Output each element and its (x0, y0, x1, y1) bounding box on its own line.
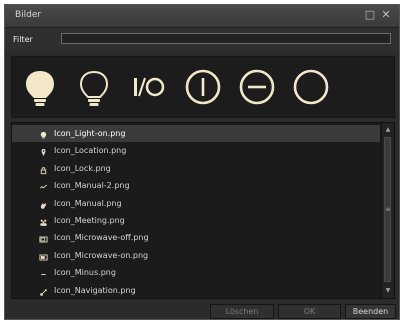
list-item-label: Icon_Light-on.png (54, 129, 126, 138)
location-icon (39, 146, 48, 157)
list-item[interactable]: Icon_Manual.png (12, 195, 380, 212)
scroll-grip-icon: ≡ (385, 206, 391, 213)
restore-icon[interactable]: □ (363, 8, 377, 22)
circle-icon (293, 69, 329, 105)
close-icon[interactable]: ✕ (379, 8, 393, 22)
title-bar: Bilder □ ✕ (5, 5, 399, 28)
delete-button[interactable]: Löschen (210, 304, 274, 319)
footer: Löschen OK Beenden (5, 301, 399, 319)
list-item-label: Icon_Microwave-off.png (54, 233, 149, 243)
file-list-items: Icon_Light-on.png Icon_Location.png Icon_L… (12, 125, 380, 298)
quit-button[interactable]: Beenden (345, 304, 396, 319)
list-item-label: Icon_Navigation.png (54, 285, 136, 295)
list-item[interactable]: Icon_Meeting.png (12, 212, 380, 229)
list-item-label: Icon_Location.png (54, 146, 127, 156)
light-on-icon (26, 71, 54, 106)
meeting-icon (39, 216, 48, 226)
navigation-icon (39, 286, 48, 296)
filter-row: Filter (5, 28, 399, 52)
images-dialog: Bilder □ ✕ Filter Icon_Light-on.png Icon… (4, 4, 400, 320)
list-item[interactable]: Icon_Minus.png (12, 264, 380, 281)
list-item[interactable]: Icon_Lock.png (12, 160, 380, 177)
list-item[interactable]: Icon_Microwave-off.png (12, 229, 380, 246)
list-item[interactable]: Icon_Location.png (12, 142, 380, 159)
window-title: Bilder (15, 10, 42, 20)
list-item-label: Icon_Manual.png (54, 198, 122, 208)
power-off-icon (239, 69, 275, 105)
list-item-label: Icon_Lock.png (54, 163, 111, 173)
file-list: Icon_Light-on.png Icon_Location.png Icon_L… (11, 122, 395, 299)
list-item-label: Icon_Minus.png (54, 268, 116, 278)
ok-button[interactable]: OK (278, 304, 341, 319)
power-on-icon (185, 69, 221, 105)
filter-label: Filter (13, 35, 33, 44)
list-item-label: Icon_Manual-2.png (54, 181, 130, 191)
minus-icon (39, 268, 48, 277)
preview-strip (11, 56, 395, 118)
io-icon (134, 77, 165, 97)
manual-2-icon (39, 181, 48, 190)
light-off-icon (79, 70, 109, 106)
lock-icon (39, 164, 48, 174)
list-item-label: Icon_Microwave-on.png (54, 250, 149, 260)
scroll-down-icon[interactable]: ▼ (382, 286, 394, 296)
scroll-up-icon[interactable]: ▲ (382, 125, 394, 135)
list-item[interactable]: Icon_Microwave-on.png (12, 247, 380, 264)
light-on-icon (39, 129, 48, 139)
list-item-label: Icon_Meeting.png (54, 215, 125, 225)
list-item[interactable]: Icon_Manual-2.png (12, 177, 380, 194)
microwave-off-icon (39, 233, 48, 243)
scrollbar[interactable]: ▲ ≡ ▼ (381, 123, 394, 298)
list-item[interactable]: Icon_Navigation.png (12, 282, 380, 298)
filter-input[interactable] (61, 33, 391, 44)
microwave-on-icon (39, 251, 48, 261)
list-item[interactable]: Icon_Light-on.png (12, 125, 380, 143)
manual-icon (39, 199, 48, 209)
